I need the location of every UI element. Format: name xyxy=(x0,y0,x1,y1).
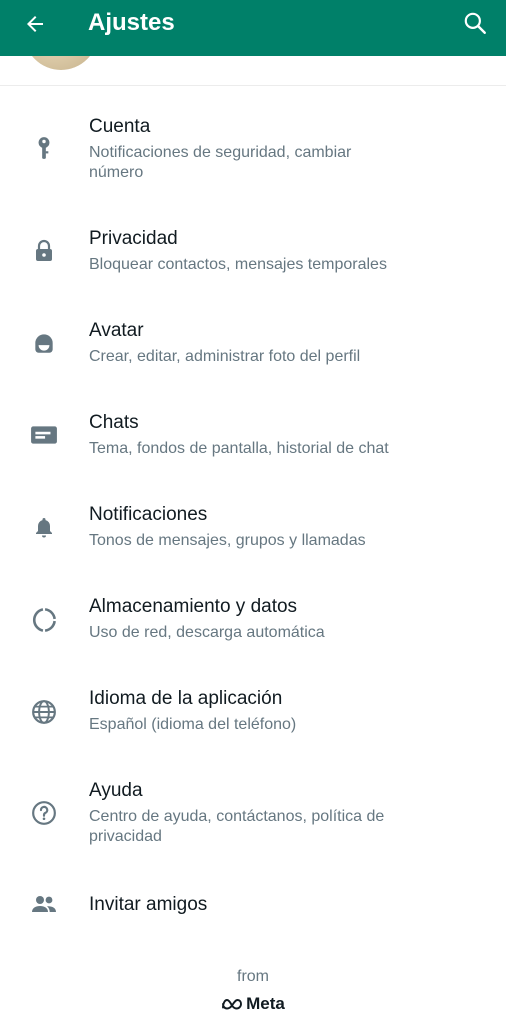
settings-item-notifications[interactable]: Notificaciones Tonos de mensajes, grupos… xyxy=(0,500,506,570)
settings-item-subtitle: Tema, fondos de pantalla, historial de c… xyxy=(89,440,389,457)
settings-item-title: Almacenamiento y datos xyxy=(89,596,298,617)
from-label: from xyxy=(237,968,269,985)
settings-item-subtitle: Crear, editar, administrar foto del perf… xyxy=(89,348,361,365)
avatar[interactable] xyxy=(24,56,98,70)
storage-ring-icon xyxy=(28,604,60,636)
avatar-face-icon xyxy=(28,327,60,359)
settings-item-help[interactable]: Ayuda Centro de ayuda, contáctanos, polí… xyxy=(0,776,506,866)
settings-item-subtitle: Bloquear contactos, mensajes temporales xyxy=(89,256,387,273)
settings-item-title: Notificaciones xyxy=(89,504,208,525)
meta-logo-icon xyxy=(222,999,243,1010)
settings-item-title: Avatar xyxy=(89,320,144,341)
people-icon xyxy=(28,888,60,920)
search-button[interactable] xyxy=(460,8,490,38)
settings-item-title: Ayuda xyxy=(89,780,143,801)
settings-item-invite[interactable]: Invitar amigos xyxy=(0,888,506,928)
settings-item-title: Cuenta xyxy=(89,116,151,137)
settings-item-subtitle: Centro de ayuda, contáctanos, política d… xyxy=(89,808,385,845)
app-bar: Ajustes xyxy=(0,0,506,56)
footer: from Meta xyxy=(0,966,506,1014)
settings-item-chats[interactable]: Chats Tema, fondos de pantalla, historia… xyxy=(0,408,506,478)
help-icon xyxy=(28,797,60,829)
meta-brand-text: Meta xyxy=(246,994,285,1013)
bell-icon xyxy=(28,511,60,543)
settings-item-subtitle: Tonos de mensajes, grupos y llamadas xyxy=(89,532,366,549)
chat-icon xyxy=(28,419,60,451)
settings-item-account[interactable]: Cuenta Notificaciones de seguridad, camb… xyxy=(0,112,506,202)
settings-item-title: Invitar amigos xyxy=(89,894,208,915)
search-icon xyxy=(464,12,486,34)
settings-item-subtitle: Uso de red, descarga automática xyxy=(89,624,325,641)
globe-icon xyxy=(28,696,60,728)
lock-icon xyxy=(28,235,60,267)
settings-item-privacy[interactable]: Privacidad Bloquear contactos, mensajes … xyxy=(0,224,506,294)
settings-item-storage[interactable]: Almacenamiento y datos Uso de red, desca… xyxy=(0,592,506,662)
arrow-left-icon xyxy=(27,16,43,32)
back-button[interactable] xyxy=(20,9,50,39)
settings-item-title: Privacidad xyxy=(89,228,178,249)
settings-item-title: Idioma de la aplicación xyxy=(89,688,283,709)
settings-item-subtitle: Español (idioma del teléfono) xyxy=(89,716,297,733)
settings-item-subtitle: Notificaciones de seguridad, cambiar núm… xyxy=(89,144,352,181)
settings-item-language[interactable]: Idioma de la aplicación Español (idioma … xyxy=(0,684,506,754)
settings-item-title: Chats xyxy=(89,412,139,433)
meta-brand: Meta xyxy=(0,994,506,1014)
profile-header[interactable] xyxy=(0,56,506,86)
key-icon xyxy=(28,132,60,164)
settings-item-avatar[interactable]: Avatar Crear, editar, administrar foto d… xyxy=(0,316,506,386)
page-title: Ajustes xyxy=(88,9,175,36)
